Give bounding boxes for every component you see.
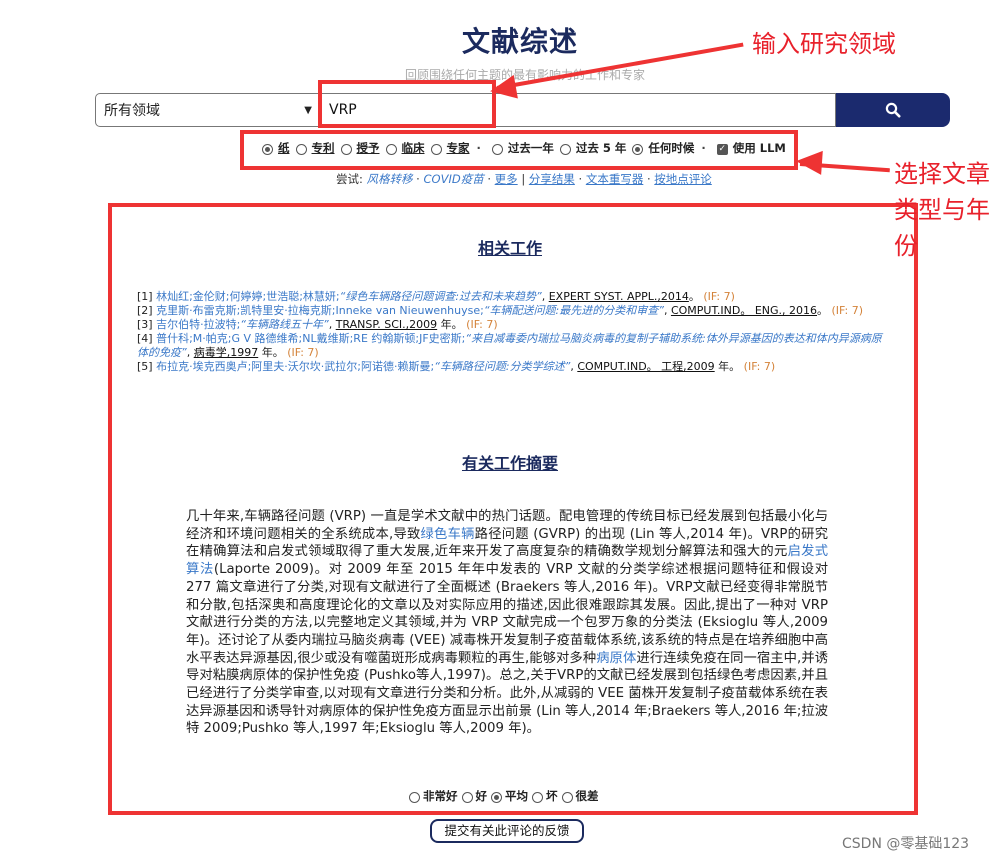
annotation-box-results (108, 203, 918, 815)
annotation-box-input (318, 80, 496, 128)
search-icon (885, 102, 901, 118)
example-link-covid[interactable]: COVID疫苗 (424, 172, 484, 186)
feedback-button[interactable]: 提交有关此评论的反馈 (430, 819, 584, 843)
field-select-value: 所有领域 (104, 103, 160, 119)
page-title: 文献综述 (461, 25, 578, 58)
field-select[interactable]: 所有领域 ▼ (95, 93, 321, 127)
annotation-arrowhead (488, 74, 518, 104)
annotation-arrowhead (795, 149, 823, 175)
share-results-link[interactable]: 分享结果 (529, 172, 575, 186)
example-link-style-transfer[interactable]: 风格转移 (367, 172, 413, 186)
try-row: 尝试: 风格转移 · COVID疫苗 · 更多 | 分享结果 · 文本重写器 ·… (336, 172, 712, 186)
annotation-box-options (240, 130, 798, 170)
try-prefix: 尝试: (336, 172, 363, 186)
search-button[interactable] (836, 93, 950, 127)
annotation-input-label: 输入研究领域 (752, 30, 896, 58)
text-rewriter-link[interactable]: 文本重写器 (586, 172, 644, 186)
watermark: CSDN @零基础123 (842, 836, 970, 852)
more-link[interactable]: 更多 (495, 172, 518, 186)
chevron-down-icon: ▼ (304, 104, 312, 116)
annotation-type-year-label: 选择文章类型与年份 (894, 160, 990, 260)
review-by-location-link[interactable]: 按地点评论 (654, 172, 712, 186)
